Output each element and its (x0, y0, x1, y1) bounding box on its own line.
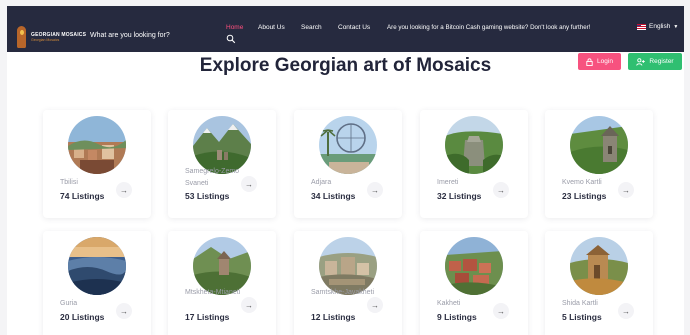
region-card-shida-kartli[interactable]: Shida Kartli 5 Listings → (545, 231, 653, 335)
logo-subtitle: Georgian Mosaics (31, 37, 60, 42)
region-photo-guria (68, 237, 126, 295)
region-photo-tbilisi (68, 116, 126, 174)
arrow-right-icon[interactable]: → (367, 182, 383, 198)
listing-count: 9 Listings (437, 312, 477, 322)
listing-count: 32 Listings (437, 191, 482, 201)
region-card-tbilisi[interactable]: Tbilisi 74 Listings → (43, 110, 151, 218)
site-logo[interactable]: GEORGIAN MOSAICS Georgian Mosaics (15, 26, 86, 48)
region-card-guria[interactable]: Guria 20 Listings → (43, 231, 151, 335)
listing-count: 12 Listings (311, 312, 356, 322)
search-icon[interactable] (226, 34, 236, 44)
nav-home[interactable]: Home (226, 24, 243, 31)
region-card-kakheti[interactable]: Kakheti 9 Listings → (420, 231, 528, 335)
region-photo-adjara (319, 116, 377, 174)
nav-search[interactable]: Search (301, 24, 322, 31)
listing-count: 53 Listings (185, 191, 230, 201)
arrow-right-icon[interactable]: → (241, 176, 257, 192)
arrow-right-icon[interactable]: → (116, 303, 132, 319)
region-card-samtskhe-javakheti[interactable]: Samtskhe-Javakheti 12 Listings → (294, 231, 402, 335)
language-label: English (649, 23, 671, 30)
chevron-down-icon: ▼ (673, 23, 679, 30)
nav-contact-us[interactable]: Contact Us (338, 24, 370, 31)
page-title: Explore Georgian art of Mosaics (199, 55, 492, 76)
arrow-right-icon[interactable]: → (618, 303, 634, 319)
arrow-right-icon[interactable]: → (618, 182, 634, 198)
arrow-right-icon[interactable]: → (241, 297, 257, 313)
listing-count: 20 Listings (60, 312, 105, 322)
logo-text: GEORGIAN MOSAICS Georgian Mosaics (31, 32, 86, 43)
region-card-mtskheta-mtianeti[interactable]: Mtskheta-Mtianeti 17 Listings → (168, 231, 276, 335)
region-photo-kvemo-kartli (570, 116, 628, 174)
page-frame: GEORGIAN MOSAICS Georgian Mosaics What a… (7, 6, 684, 335)
region-name: Mtskheta-Mtianeti (185, 289, 241, 296)
arrow-right-icon[interactable]: → (493, 182, 509, 198)
nav-about-us[interactable]: About Us (258, 24, 285, 31)
region-card-kvemo-kartli[interactable]: Kvemo Kartli 23 Listings → (545, 110, 653, 218)
nav-bitcoin-cash-promo[interactable]: Are you looking for a Bitcoin Cash gamin… (387, 24, 590, 31)
top-navigation-bar: GEORGIAN MOSAICS Georgian Mosaics What a… (7, 6, 684, 52)
region-card-adjara[interactable]: Adjara 34 Listings → (294, 110, 402, 218)
search-prompt[interactable]: What are you looking for? (90, 32, 170, 39)
region-photo-imereti (445, 116, 503, 174)
region-name: Samtskhe-Javakheti (311, 289, 375, 296)
region-card-samegrelo-zemo-svaneti[interactable]: Samegrelo-Zemo Svaneti 53 Listings → (168, 110, 276, 218)
arrow-right-icon[interactable]: → (493, 303, 509, 319)
listing-count: 74 Listings (60, 191, 105, 201)
region-photo-shida-kartli (570, 237, 628, 295)
uk-flag-icon (637, 23, 646, 30)
logo-mark-icon (15, 26, 28, 48)
arrow-right-icon[interactable]: → (367, 297, 383, 313)
arrow-right-icon[interactable]: → (116, 182, 132, 198)
region-photo-kakheti (445, 237, 503, 295)
listing-count: 17 Listings (185, 312, 230, 322)
region-card-imereti[interactable]: Imereti 32 Listings → (420, 110, 528, 218)
listing-count: 34 Listings (311, 191, 356, 201)
language-selector[interactable]: English ▼ (637, 23, 678, 30)
listing-count: 23 Listings (562, 191, 607, 201)
listing-count: 5 Listings (562, 312, 602, 322)
